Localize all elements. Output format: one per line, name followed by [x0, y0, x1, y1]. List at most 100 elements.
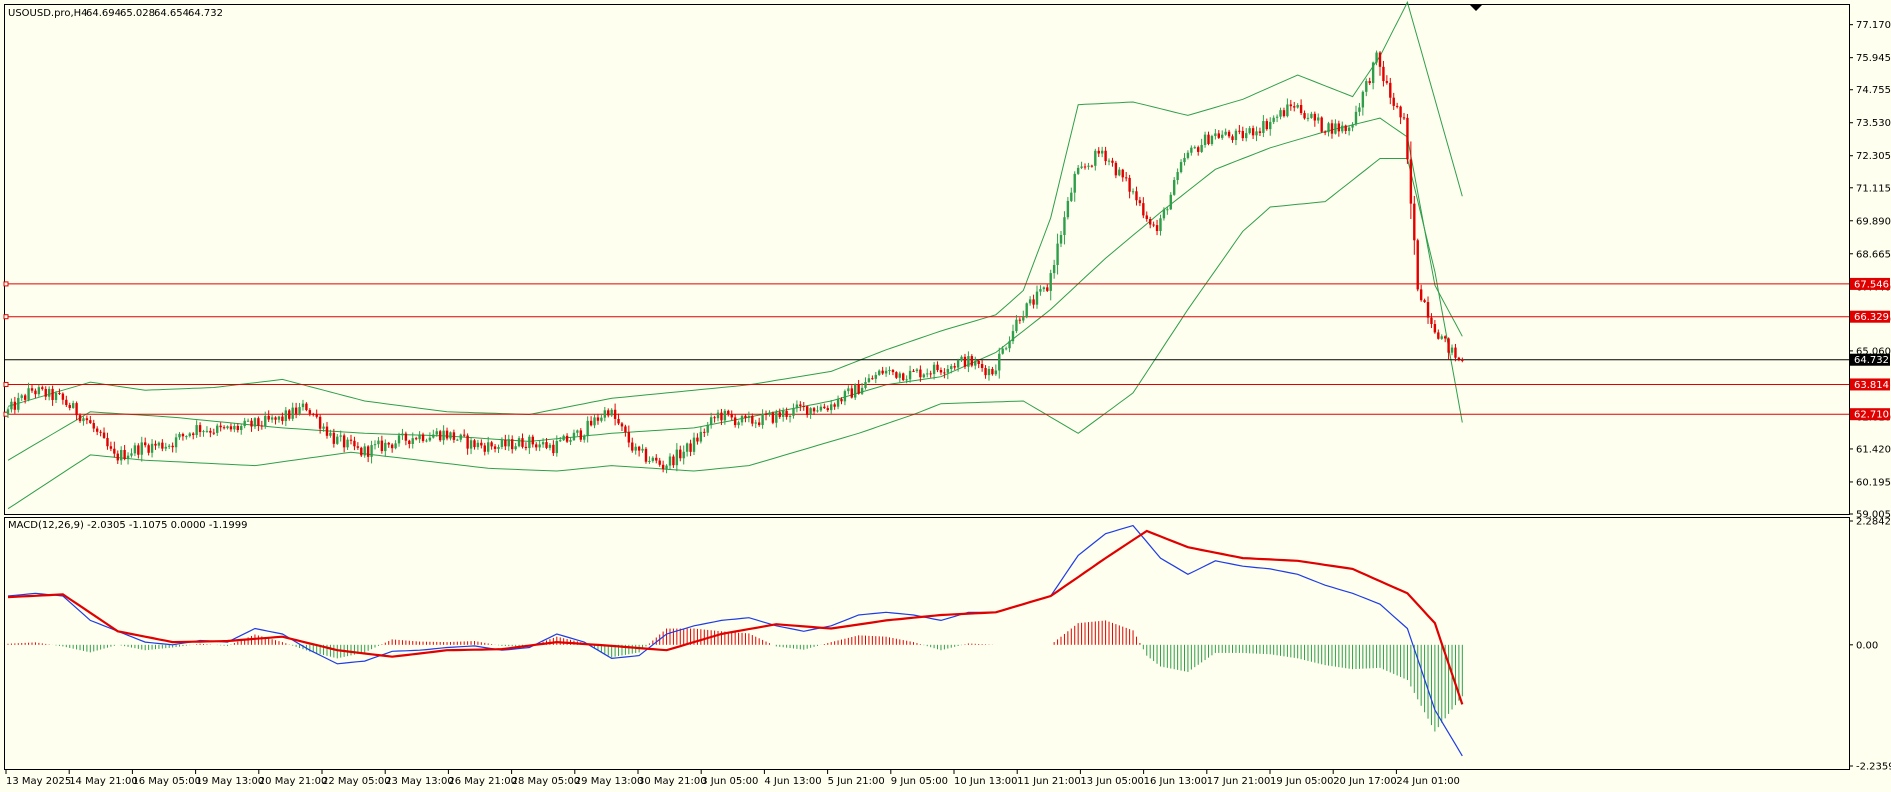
- candle-body: [1234, 130, 1238, 141]
- candle-body: [1097, 150, 1100, 154]
- candle-body: [1179, 162, 1183, 173]
- candle-body: [1279, 110, 1282, 117]
- candle-body: [733, 417, 737, 426]
- candle-body: [47, 388, 51, 397]
- candle-body: [610, 409, 613, 416]
- candle-body: [71, 403, 75, 408]
- candle-body: [65, 399, 68, 406]
- candle-body: [932, 364, 936, 375]
- candle-body: [641, 448, 644, 451]
- candle-body: [1389, 82, 1392, 98]
- candle-body: [123, 449, 126, 460]
- candle-body: [1258, 131, 1262, 133]
- candle-body: [1159, 218, 1162, 232]
- time-tick-label: 9 Jun 05:00: [891, 776, 948, 787]
- candle-body: [617, 418, 620, 424]
- candle-body: [912, 370, 915, 372]
- time-tick-label: 13 May 2025: [6, 776, 71, 787]
- candle-body: [737, 422, 740, 426]
- candle-body: [730, 414, 733, 418]
- candle-body: [1399, 106, 1402, 118]
- candle-body: [1094, 150, 1097, 166]
- candle-body: [565, 435, 569, 442]
- time-tick-label: 10 Jun 13:00: [954, 776, 1018, 787]
- candle-body: [699, 431, 703, 442]
- candle-body: [764, 413, 768, 415]
- candle-body: [418, 434, 421, 440]
- candle-body: [1118, 169, 1121, 176]
- candle-body: [85, 418, 89, 421]
- candle-body: [1128, 177, 1131, 192]
- candle-body: [984, 367, 987, 376]
- candle-body: [905, 379, 908, 381]
- candle-body: [126, 455, 130, 460]
- candle-body: [1025, 303, 1028, 318]
- candle-body: [1022, 317, 1025, 321]
- candle-body: [1282, 110, 1286, 117]
- candle-body: [102, 432, 106, 438]
- candle-body: [284, 410, 288, 422]
- candle-body: [679, 449, 682, 459]
- candle-body: [366, 446, 370, 457]
- candle-body: [809, 408, 812, 415]
- candle-body: [1124, 177, 1128, 179]
- candle-body: [1293, 106, 1296, 108]
- candle-body: [51, 388, 54, 400]
- candle-body: [634, 446, 637, 451]
- candle-body: [1142, 203, 1145, 216]
- candle-body: [414, 438, 418, 440]
- candle-body: [281, 416, 284, 422]
- candle-body: [1330, 123, 1334, 134]
- candle-body: [511, 439, 514, 450]
- time-tick-label: 30 May 21:00: [638, 776, 707, 787]
- candle-body: [1402, 117, 1406, 119]
- candle-body: [1347, 127, 1351, 131]
- candle-body: [1148, 219, 1152, 225]
- candle-body: [456, 439, 459, 441]
- trading-chart[interactable]: 77.170 75.945 74.755 73.530 72.305 71.115 69.8…: [0, 0, 1891, 792]
- candle-body: [246, 420, 250, 422]
- time-tick-label: 19 Jun 05:00: [1270, 776, 1334, 787]
- candle-body: [226, 426, 229, 429]
- candle-body: [740, 415, 744, 423]
- candle-body: [288, 410, 291, 419]
- price-level-tag-label: 67.546: [1854, 279, 1889, 290]
- candle-body: [980, 364, 984, 368]
- candle-body: [1080, 166, 1083, 168]
- candle-body: [315, 414, 318, 417]
- candle-body: [696, 437, 699, 442]
- chart-title: USOUSD.pro,H4: [8, 8, 88, 19]
- candle-body: [1454, 347, 1457, 358]
- time-tick-label: 16 May 05:00: [132, 776, 201, 787]
- candle-body: [723, 410, 727, 421]
- candle-body: [1070, 192, 1073, 201]
- candle-body: [37, 387, 41, 395]
- candle-body: [17, 397, 20, 410]
- candle-body: [761, 413, 764, 426]
- price-tick-label: 77.170: [1856, 20, 1891, 31]
- candle-body: [943, 372, 946, 374]
- candle-body: [89, 420, 92, 424]
- time-tick-label: 20 May 21:00: [259, 776, 328, 787]
- candle-body: [1344, 125, 1347, 131]
- candle-body: [150, 443, 154, 453]
- candle-body: [627, 432, 631, 443]
- candle-body: [795, 404, 799, 409]
- candle-body: [960, 356, 963, 361]
- candle-body: [1313, 113, 1317, 121]
- candle-body: [1426, 302, 1430, 318]
- time-tick-label: 24 Jun 01:00: [1396, 776, 1460, 787]
- time-tick-label: 22 May 05:00: [322, 776, 391, 787]
- candle-body: [1433, 324, 1437, 333]
- candle-body: [538, 444, 541, 448]
- candle-body: [277, 416, 281, 420]
- candle-body: [661, 464, 665, 469]
- candle-body: [620, 423, 624, 427]
- candle-body: [651, 457, 655, 461]
- candle-body: [624, 426, 627, 433]
- candle-body: [583, 436, 586, 440]
- candle-body: [548, 444, 552, 448]
- candle-body: [895, 372, 898, 378]
- price-tick-label: 61.420: [1856, 444, 1891, 455]
- candle-body: [1375, 52, 1378, 63]
